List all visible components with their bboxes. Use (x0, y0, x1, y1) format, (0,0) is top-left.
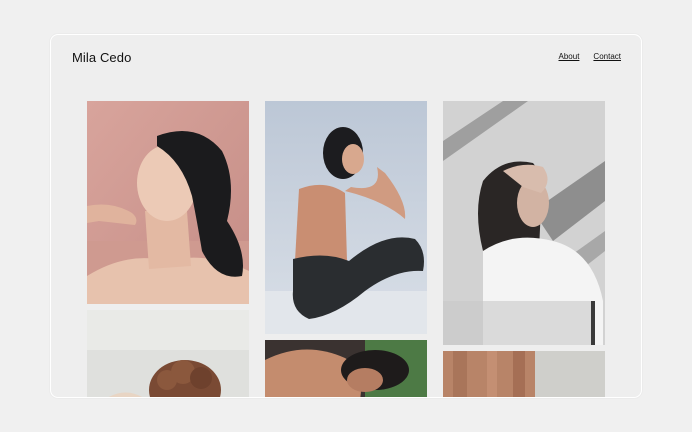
photo-portrait-shadow-white-shirt[interactable] (443, 101, 605, 345)
site-brand[interactable]: Mila Cedo (72, 50, 131, 65)
portrait-image (265, 340, 427, 397)
photo-portrait-seated-jeans[interactable] (265, 101, 427, 334)
portrait-image (443, 351, 605, 397)
gallery-column-1 (87, 101, 249, 397)
photo-portrait-beige-drape[interactable] (443, 351, 605, 397)
portrait-image (443, 101, 605, 345)
photo-portrait-pink-wall[interactable] (87, 101, 249, 304)
portrait-image (265, 101, 427, 334)
main-nav: About Contact (559, 52, 621, 61)
portrait-image (87, 101, 249, 304)
photo-portrait-curly-hair[interactable] (87, 310, 249, 397)
photo-portrait-green-backdrop[interactable] (265, 340, 427, 397)
portfolio-card: Mila Cedo About Contact (50, 34, 642, 398)
nav-link-contact[interactable]: Contact (593, 52, 621, 61)
gallery-column-2 (265, 101, 427, 397)
nav-link-about[interactable]: About (559, 52, 580, 61)
portrait-image (87, 310, 249, 397)
gallery-column-3 (443, 101, 605, 397)
